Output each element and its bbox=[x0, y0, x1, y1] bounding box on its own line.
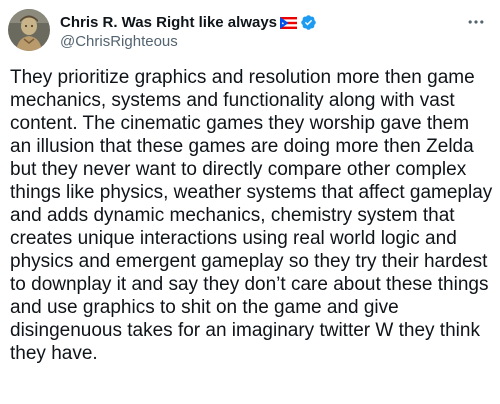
name-row: Chris R. Was Right like always bbox=[60, 12, 317, 32]
puerto-rico-flag-icon bbox=[280, 16, 298, 29]
verified-badge-icon[interactable] bbox=[300, 14, 317, 31]
display-name[interactable]: Chris R. Was Right like always bbox=[60, 14, 277, 31]
user-handle[interactable]: @ChrisRighteous bbox=[60, 32, 317, 52]
tweet-text: They prioritize graphics and resolution … bbox=[10, 67, 493, 364]
avatar-image bbox=[8, 9, 50, 51]
more-options-button[interactable] bbox=[462, 10, 490, 34]
tweet-header: Chris R. Was Right like always @ChrisRig… bbox=[60, 12, 317, 52]
tweet: Chris R. Was Right like always @ChrisRig… bbox=[0, 0, 500, 404]
avatar[interactable] bbox=[8, 9, 50, 51]
more-icon bbox=[468, 20, 484, 24]
